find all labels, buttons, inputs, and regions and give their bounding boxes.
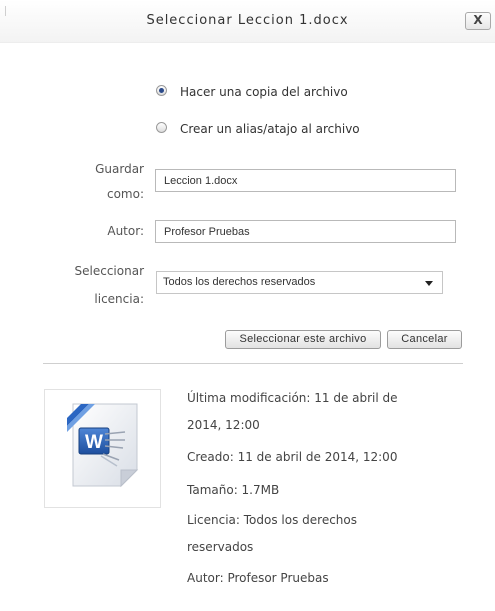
save-as-label-line1: Guardar: [95, 162, 144, 176]
license-select-value: Todos los derechos reservados: [163, 276, 316, 288]
file-license-line2: reservados: [187, 540, 254, 554]
save-as-label-line2: como:: [106, 187, 144, 201]
file-modified-line1: Última modificación: 11 de abril de: [187, 391, 398, 405]
close-icon: X: [473, 13, 483, 27]
file-license-line1: Licencia: Todos los derechos: [187, 513, 357, 527]
alias-file-label[interactable]: Crear un alias/atajo al archivo: [180, 122, 360, 136]
file-modified-line2: 2014, 12:00: [187, 418, 260, 432]
license-label-line1: Seleccionar: [74, 264, 144, 278]
svg-text:W: W: [85, 432, 103, 453]
chevron-down-icon: [425, 281, 433, 286]
select-file-button[interactable]: Seleccionar este archivo: [225, 330, 381, 349]
copy-file-label[interactable]: Hacer una copia del archivo: [180, 85, 348, 99]
dialog-title-bar: Seleccionar Leccion 1.docx X: [0, 0, 495, 43]
license-label-line2: licencia:: [94, 292, 144, 306]
alias-file-radio[interactable]: [156, 122, 167, 133]
close-button[interactable]: X: [465, 12, 491, 30]
file-size: Tamaño: 1.7MB: [187, 483, 280, 497]
section-divider: [43, 363, 463, 364]
cancel-button[interactable]: Cancelar: [387, 330, 462, 349]
word-document-icon: W: [67, 403, 139, 488]
copy-file-radio[interactable]: [156, 85, 167, 96]
license-select[interactable]: Todos los derechos reservados: [156, 271, 443, 294]
file-author: Autor: Profesor Pruebas: [187, 571, 329, 585]
file-thumbnail: W: [44, 389, 161, 508]
author-label: Autor:: [107, 224, 144, 238]
dialog-title: Seleccionar Leccion 1.docx: [146, 13, 349, 28]
save-as-input[interactable]: Leccion 1.docx: [155, 169, 456, 192]
author-input[interactable]: Profesor Pruebas: [155, 220, 456, 243]
file-created: Creado: 11 de abril de 2014, 12:00: [187, 450, 398, 464]
